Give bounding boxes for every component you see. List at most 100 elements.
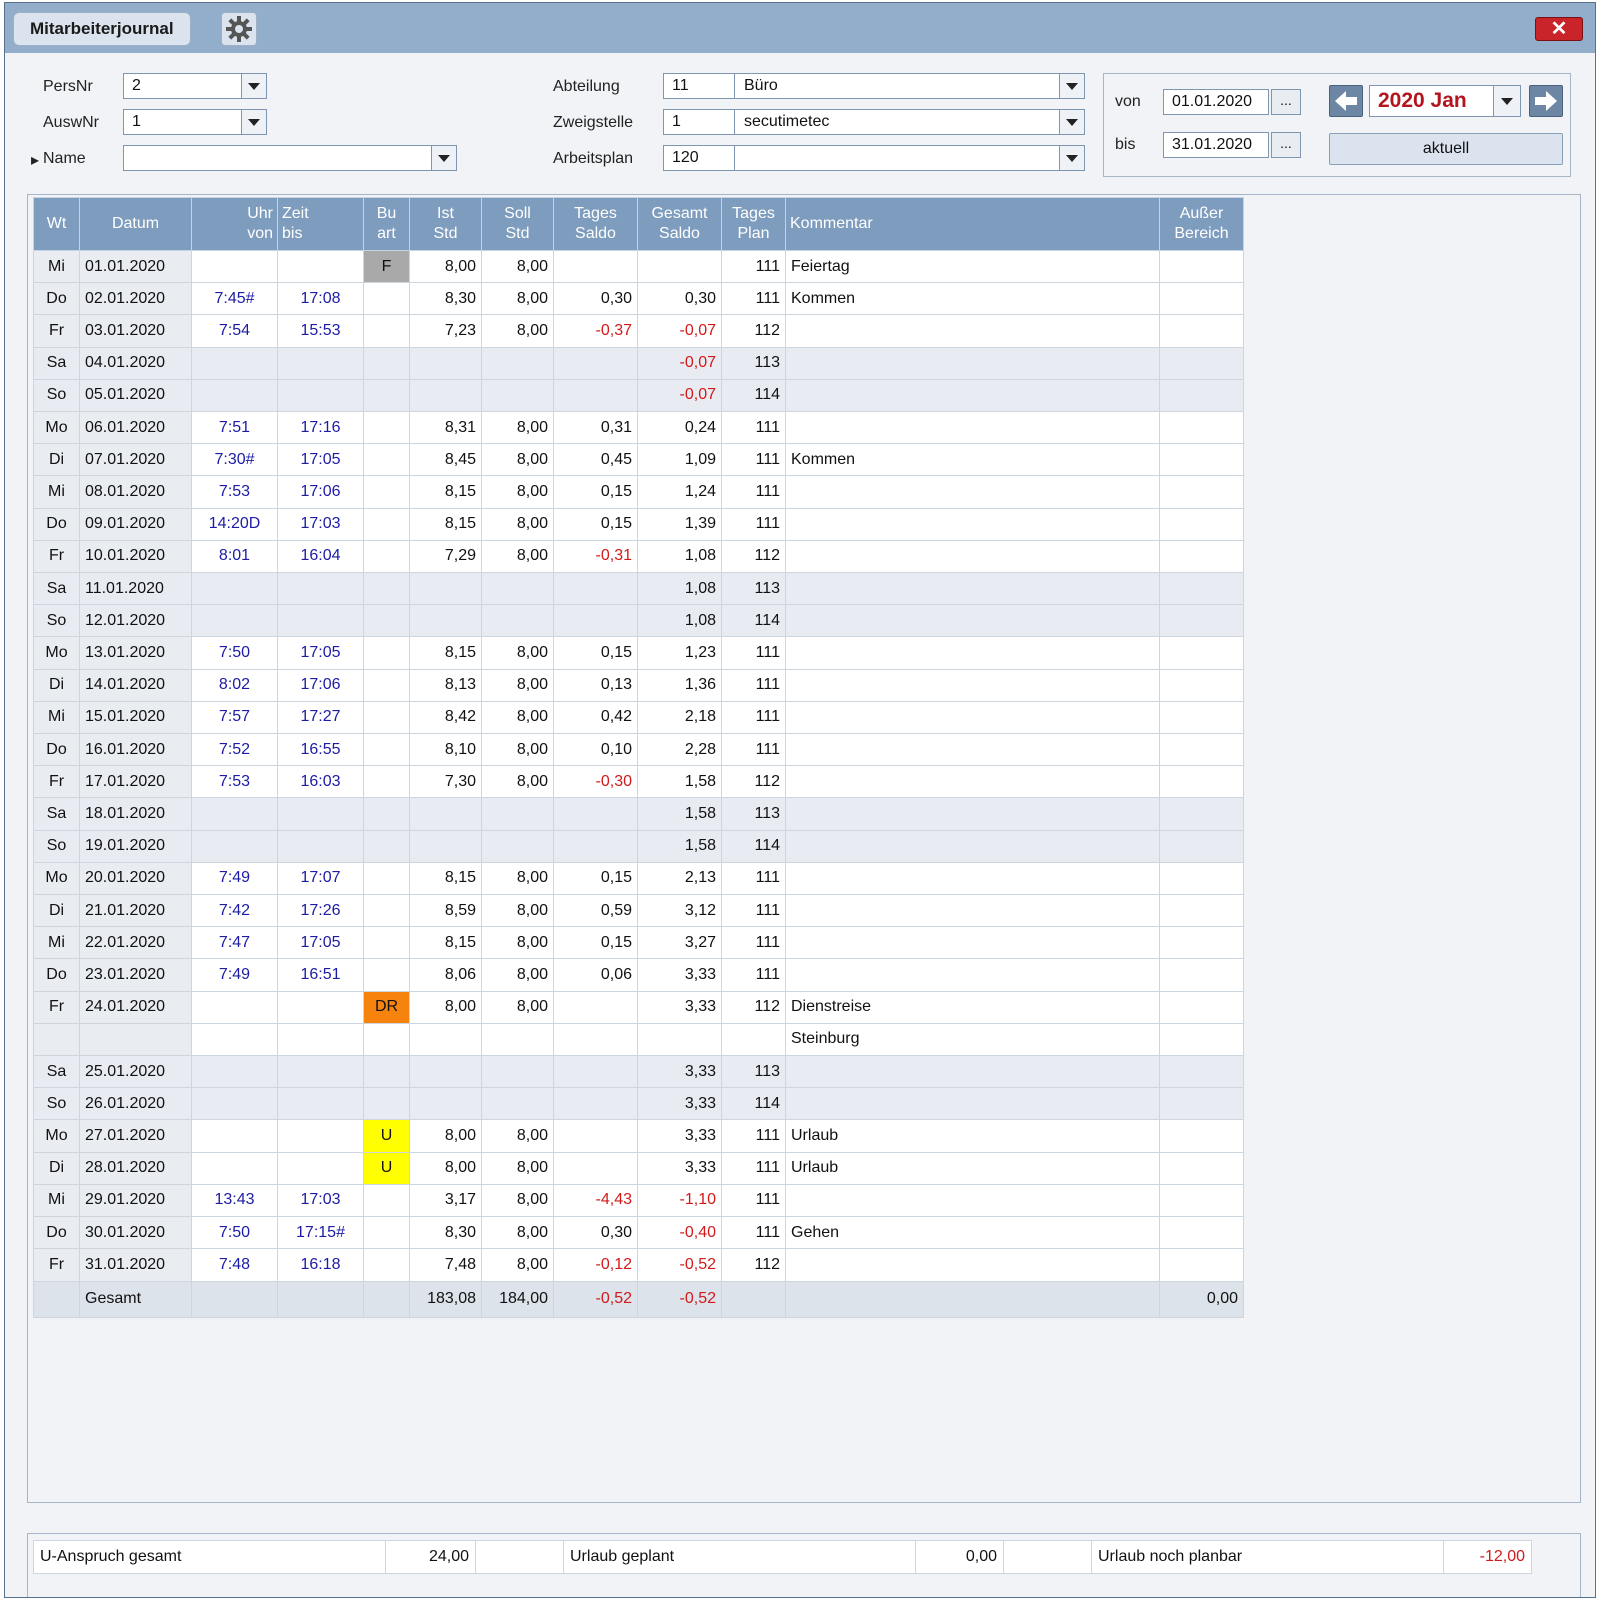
outside-area-cell[interactable] <box>1159 990 1244 1024</box>
outside-area-cell[interactable] <box>1159 829 1244 863</box>
time-to-cell[interactable]: 17:05 <box>277 636 364 670</box>
date-cell[interactable]: 29.01.2020 <box>79 1183 192 1218</box>
outside-area-cell[interactable] <box>1159 958 1244 992</box>
month-select[interactable]: 2020 Jan <box>1369 85 1521 117</box>
total-balance-cell[interactable]: 1,09 <box>637 443 722 477</box>
daily-balance-cell[interactable] <box>553 378 638 413</box>
table-row[interactable]: Fr 03.01.2020 7:54 15:53 7,23 8,00 -0,37 -0,07 1… <box>33 314 1244 348</box>
actual-hours-cell[interactable]: 8,59 <box>409 894 482 928</box>
weekday-cell[interactable]: So <box>33 829 80 863</box>
table-row[interactable]: Di 28.01.2020 U 8,00 8,00 3,33 111 Urlaub <box>33 1151 1244 1185</box>
day-plan-cell[interactable]: 114 <box>721 829 786 863</box>
expand-triangle-icon[interactable]: ▸ <box>31 150 39 170</box>
actual-hours-cell[interactable]: 8,30 <box>409 1216 482 1250</box>
weekday-cell[interactable]: So <box>33 1087 80 1121</box>
booking-type-cell[interactable] <box>363 1087 410 1121</box>
booking-type-cell[interactable] <box>363 411 410 445</box>
actual-hours-cell[interactable] <box>409 829 482 863</box>
persnr-combobox[interactable]: 2 <box>123 73 267 99</box>
booking-type-cell[interactable] <box>363 861 410 896</box>
target-hours-cell[interactable] <box>481 604 554 638</box>
total-balance-cell[interactable]: -1,10 <box>637 1183 722 1218</box>
actual-hours-cell[interactable] <box>409 1055 482 1089</box>
weekday-cell[interactable]: Do <box>33 282 80 316</box>
time-to-cell[interactable]: 17:07 <box>277 861 364 896</box>
time-from-cell[interactable] <box>191 378 278 413</box>
date-cell[interactable]: 13.01.2020 <box>79 636 192 670</box>
actual-hours-cell[interactable]: 8,15 <box>409 507 482 541</box>
day-plan-cell[interactable]: 111 <box>721 443 786 477</box>
total-balance-cell[interactable]: 2,28 <box>637 733 722 767</box>
weekday-cell[interactable]: Fr <box>33 539 80 574</box>
outside-area-cell[interactable] <box>1159 572 1244 606</box>
table-row[interactable]: Fr 24.01.2020 DR 8,00 8,00 3,33 112 Dienstreise <box>33 990 1244 1024</box>
time-from-cell[interactable] <box>191 1022 278 1057</box>
time-to-cell[interactable]: 16:51 <box>277 958 364 992</box>
weekday-cell[interactable]: Mi <box>33 926 80 960</box>
time-to-cell[interactable] <box>277 990 364 1024</box>
outside-area-cell[interactable] <box>1159 1183 1244 1218</box>
booking-type-cell[interactable] <box>363 636 410 670</box>
actual-hours-cell[interactable] <box>409 1087 482 1121</box>
total-balance-cell[interactable]: 1,24 <box>637 475 722 509</box>
date-cell[interactable]: 05.01.2020 <box>79 378 192 413</box>
actual-hours-cell[interactable]: 8,06 <box>409 958 482 992</box>
target-hours-cell[interactable]: 8,00 <box>481 249 554 284</box>
day-plan-cell[interactable]: 114 <box>721 378 786 413</box>
tab-mitarbeiterjournal[interactable]: Mitarbeiterjournal <box>13 12 191 46</box>
day-plan-cell[interactable]: 111 <box>721 958 786 992</box>
table-row[interactable]: Sa 25.01.2020 3,33 113 <box>33 1055 1244 1089</box>
daily-balance-cell[interactable]: 0,15 <box>553 507 638 541</box>
date-cell[interactable]: 22.01.2020 <box>79 926 192 960</box>
day-plan-cell[interactable]: 111 <box>721 411 786 445</box>
weekday-cell[interactable]: Di <box>33 1151 80 1185</box>
chevron-down-icon[interactable] <box>1059 74 1084 98</box>
date-cell[interactable]: 04.01.2020 <box>79 346 192 380</box>
day-plan-cell[interactable]: 111 <box>721 1151 786 1185</box>
booking-type-cell[interactable] <box>363 572 410 606</box>
comment-cell[interactable] <box>785 539 1160 574</box>
time-to-cell[interactable]: 17:08 <box>277 282 364 316</box>
comment-cell[interactable] <box>785 1183 1160 1218</box>
outside-area-cell[interactable] <box>1159 765 1244 799</box>
total-balance-cell[interactable]: -0,07 <box>637 378 722 413</box>
weekday-cell[interactable]: Sa <box>33 1055 80 1089</box>
daily-balance-cell[interactable] <box>553 604 638 638</box>
bis-date-field[interactable]: 31.01.2020 <box>1163 132 1269 158</box>
time-from-cell[interactable]: 7:52 <box>191 733 278 767</box>
total-balance-cell[interactable]: 3,33 <box>637 1055 722 1089</box>
outside-area-cell[interactable] <box>1159 700 1244 735</box>
table-row[interactable]: So 05.01.2020 -0,07 114 <box>33 378 1244 413</box>
chevron-down-icon[interactable] <box>1493 86 1520 116</box>
date-cell[interactable]: 11.01.2020 <box>79 572 192 606</box>
time-from-cell[interactable] <box>191 572 278 606</box>
date-cell[interactable]: 02.01.2020 <box>79 282 192 316</box>
total-balance-cell[interactable]: 1,58 <box>637 765 722 799</box>
actual-hours-cell[interactable] <box>409 604 482 638</box>
day-plan-cell[interactable]: 114 <box>721 604 786 638</box>
comment-cell[interactable]: Kommen <box>785 282 1160 316</box>
booking-type-cell[interactable] <box>363 507 410 541</box>
daily-balance-cell[interactable] <box>553 572 638 606</box>
target-hours-cell[interactable] <box>481 378 554 413</box>
booking-type-cell[interactable] <box>363 829 410 863</box>
actual-hours-cell[interactable]: 8,15 <box>409 926 482 960</box>
daily-balance-cell[interactable]: 0,15 <box>553 926 638 960</box>
time-to-cell[interactable] <box>277 572 364 606</box>
column-header-wt[interactable]: Wt <box>33 197 80 251</box>
total-balance-cell[interactable]: 1,36 <box>637 668 722 702</box>
comment-cell[interactable]: Steinburg <box>785 1022 1160 1057</box>
weekday-cell[interactable]: Di <box>33 443 80 477</box>
close-button[interactable]: ✕ <box>1535 17 1583 41</box>
outside-area-cell[interactable] <box>1159 604 1244 638</box>
von-date-picker-button[interactable]: ... <box>1271 89 1301 115</box>
column-header-kommentar[interactable]: Kommentar <box>785 197 1160 251</box>
target-hours-cell[interactable]: 8,00 <box>481 733 554 767</box>
time-from-cell[interactable] <box>191 1151 278 1185</box>
booking-type-cell[interactable] <box>363 668 410 702</box>
time-to-cell[interactable]: 16:04 <box>277 539 364 574</box>
total-balance-cell[interactable]: -0,07 <box>637 314 722 348</box>
table-row[interactable]: Do 02.01.2020 7:45# 17:08 8,30 8,00 0,30 0,30 11… <box>33 282 1244 316</box>
table-row[interactable]: Mo 13.01.2020 7:50 17:05 8,15 8,00 0,15 1,23 111 <box>33 636 1244 670</box>
time-to-cell[interactable] <box>277 829 364 863</box>
